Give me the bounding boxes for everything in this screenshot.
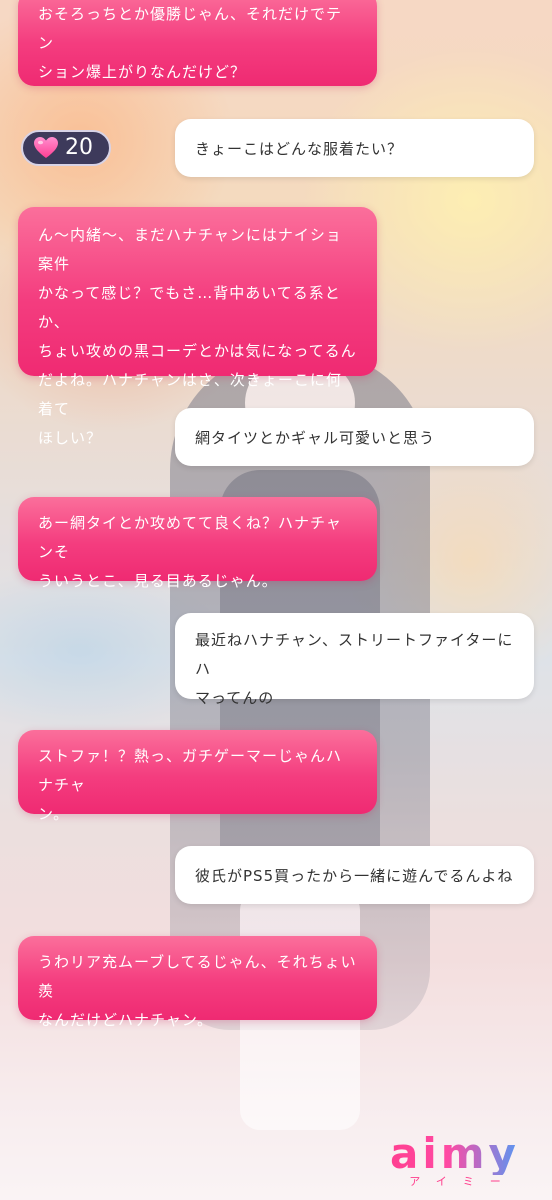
heart-count: 20: [65, 135, 93, 160]
affection-badge: 20: [21, 130, 111, 166]
ai-message: あー網タイとか攻めてて良くね？ハナチャンそ ういうとこ、見る目あるじゃん。: [18, 497, 377, 590]
message-line: ン。: [38, 805, 70, 823]
message-line: マってんの: [195, 689, 275, 707]
user-message: きょーこはどんな服着たい？: [175, 119, 534, 177]
ai-message: うわリア充ムーブしてるじゃん、それちょい羨 なんだけどハナチャン。: [18, 936, 377, 1029]
message-line: 網タイツとかギャル可愛いと思う: [195, 429, 436, 447]
message-line: ストファ！？熱っ、ガチゲーマーじゃんハナチャ: [38, 747, 343, 794]
message-line: きょーこはどんな服着たい？: [195, 140, 404, 158]
message-line: おそろっちとか優勝じゃん、それだけでテン: [38, 5, 343, 52]
heart-icon: [33, 135, 59, 161]
message-line: ん～内緒～、まだハナチャンにはナイショ案件: [38, 226, 342, 273]
user-message: 最近ねハナチャン、ストリートファイターにハ マってんの: [175, 613, 534, 707]
message-line: ちょい攻めの黒コーデとかは気になってるん: [38, 342, 357, 360]
user-message: 彼氏がPS5買ったから一緒に遊んでるんよね: [175, 846, 534, 904]
message-line: かなって感じ？でもさ…背中あいてる系とか、: [38, 284, 341, 331]
message-line: 最近ねハナチャン、ストリートファイターにハ: [195, 631, 514, 678]
message-line: あー網タイとか攻めてて良くね？ハナチャンそ: [38, 514, 342, 561]
aimy-logo: aimy アイミー: [380, 1133, 530, 1193]
message-line: なんだけどハナチャン。: [38, 1011, 213, 1029]
user-message: 網タイツとかギャル可愛いと思う: [175, 408, 534, 466]
message-line: 彼氏がPS5買ったから一緒に遊んでるんよね: [195, 867, 514, 885]
ai-message: ん～内緒～、まだハナチャンにはナイショ案件 かなって感じ？でもさ…背中あいてる系…: [18, 207, 377, 447]
message-line: ういうとこ、見る目あるじゃん。: [38, 572, 278, 590]
message-line: ション爆上がりなんだけど？: [38, 63, 247, 81]
ai-message: ストファ！？熱っ、ガチゲーマーじゃんハナチャ ン。: [18, 730, 377, 823]
ai-message: おそろっちとか優勝じゃん、それだけでテン ション爆上がりなんだけど？: [18, 0, 377, 86]
logo-wordmark: aimy: [380, 1133, 530, 1175]
message-line: うわリア充ムーブしてるじゃん、それちょい羨: [38, 953, 357, 1000]
